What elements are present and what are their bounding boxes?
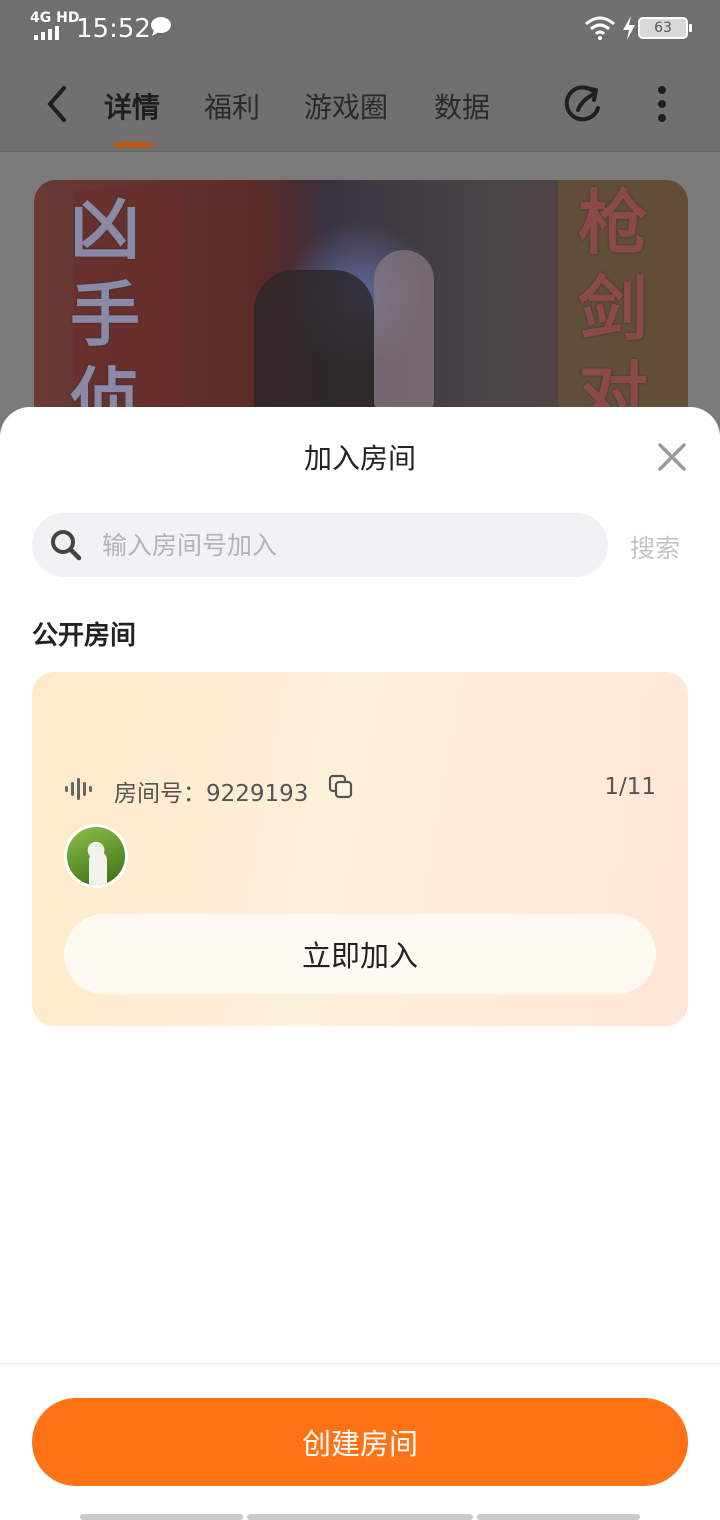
search-box bbox=[32, 513, 608, 577]
active-tab-indicator bbox=[114, 142, 154, 148]
tab-game-circle[interactable]: 游戏圈 bbox=[304, 86, 388, 126]
nav-gesture-bar-center bbox=[247, 1514, 473, 1520]
banner-title-right: 枪剑对 bbox=[578, 182, 648, 436]
chat-notification-icon bbox=[151, 17, 171, 36]
room-number-input[interactable] bbox=[102, 513, 592, 577]
public-rooms-heading: 公开房间 bbox=[32, 621, 137, 651]
close-icon[interactable] bbox=[652, 437, 692, 477]
status-time: 15:52 bbox=[76, 14, 151, 44]
join-now-button[interactable]: 立即加入 bbox=[64, 914, 656, 994]
battery-level: 63 bbox=[654, 20, 672, 36]
voice-wave-icon bbox=[65, 778, 92, 800]
create-room-button[interactable]: 创建房间 bbox=[32, 1398, 688, 1486]
room-member-count: 1/11 bbox=[604, 774, 656, 800]
divider bbox=[0, 1363, 720, 1364]
tab-details[interactable]: 详情 bbox=[104, 86, 160, 126]
tab-data[interactable]: 数据 bbox=[434, 86, 490, 126]
status-bar: 4G HD 15:52 63 bbox=[0, 0, 720, 56]
room-number: 房间号：9229193 bbox=[114, 781, 309, 807]
back-arrow-icon[interactable] bbox=[40, 84, 76, 124]
nav-gesture-bar-left bbox=[80, 1514, 243, 1520]
join-room-sheet: 加入房间 搜索 公开房间 房间号：9229193 1/11 立即加入 创建 bbox=[0, 407, 720, 1520]
signal-icon bbox=[34, 26, 59, 40]
search-icon bbox=[51, 530, 82, 561]
share-icon[interactable] bbox=[560, 82, 606, 128]
copy-icon[interactable] bbox=[328, 774, 354, 800]
room-card: 房间号：9229193 1/11 立即加入 bbox=[32, 672, 688, 1026]
sheet-title: 加入房间 bbox=[303, 442, 416, 475]
tab-welfare[interactable]: 福利 bbox=[204, 86, 260, 126]
banner-title-left: 凶手侦 bbox=[70, 188, 140, 440]
more-options-icon[interactable] bbox=[650, 84, 674, 124]
avatar bbox=[64, 824, 128, 888]
charging-icon bbox=[623, 16, 635, 40]
search-button[interactable]: 搜索 bbox=[630, 529, 680, 565]
wifi-icon bbox=[585, 16, 615, 40]
nav-gesture-bar-right bbox=[477, 1514, 640, 1520]
game-banner: 凶手侦 枪剑对 bbox=[34, 180, 688, 440]
top-nav: 详情 福利 游戏圈 数据 bbox=[0, 56, 720, 152]
battery-icon: 63 bbox=[638, 17, 692, 39]
network-indicator: 4G HD bbox=[30, 10, 80, 26]
